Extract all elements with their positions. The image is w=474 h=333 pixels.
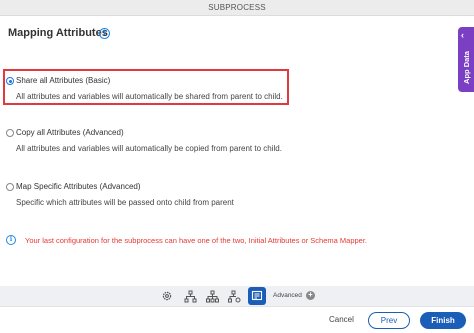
bottom-toolbar: Advanced + [0, 286, 474, 306]
option-description: Specific which attributes will be passed… [16, 198, 234, 207]
finish-button[interactable]: Finish [420, 312, 466, 329]
hierarchy-icon[interactable] [183, 289, 197, 303]
info-icon: i [6, 235, 16, 245]
hierarchy-split-icon[interactable] [205, 289, 219, 303]
option-label: Share all Attributes (Basic) [16, 76, 111, 85]
app-data-label: App Data [461, 50, 471, 84]
hierarchy-settings-icon[interactable] [227, 289, 241, 303]
window-title: SUBPROCESS [0, 0, 474, 16]
dialog-footer: Cancel Prev Finish [0, 306, 474, 333]
advanced-label: Advanced [273, 292, 302, 299]
copy-all-radio[interactable] [6, 129, 14, 137]
notice-text: Your last configuration for the subproce… [25, 236, 368, 245]
chevron-left-icon: ‹ [461, 30, 464, 40]
gear-icon[interactable] [160, 289, 174, 303]
map-specific-radio[interactable] [6, 183, 14, 191]
option-label: Copy all Attributes (Advanced) [16, 128, 124, 137]
option-description: All attributes and variables will automa… [16, 144, 282, 153]
app-data-tab[interactable]: ‹ App Data [458, 27, 474, 92]
option-description: All attributes and variables will automa… [16, 92, 283, 101]
share-all-radio[interactable] [6, 77, 14, 85]
page-title: Mapping Attributes [8, 27, 108, 39]
cancel-button[interactable]: Cancel [329, 315, 354, 324]
info-icon[interactable]: i [99, 28, 110, 39]
prev-button[interactable]: Prev [368, 312, 410, 329]
mapping-icon[interactable] [248, 287, 266, 305]
add-advanced-icon[interactable]: + [306, 291, 315, 300]
option-label: Map Specific Attributes (Advanced) [16, 182, 141, 191]
